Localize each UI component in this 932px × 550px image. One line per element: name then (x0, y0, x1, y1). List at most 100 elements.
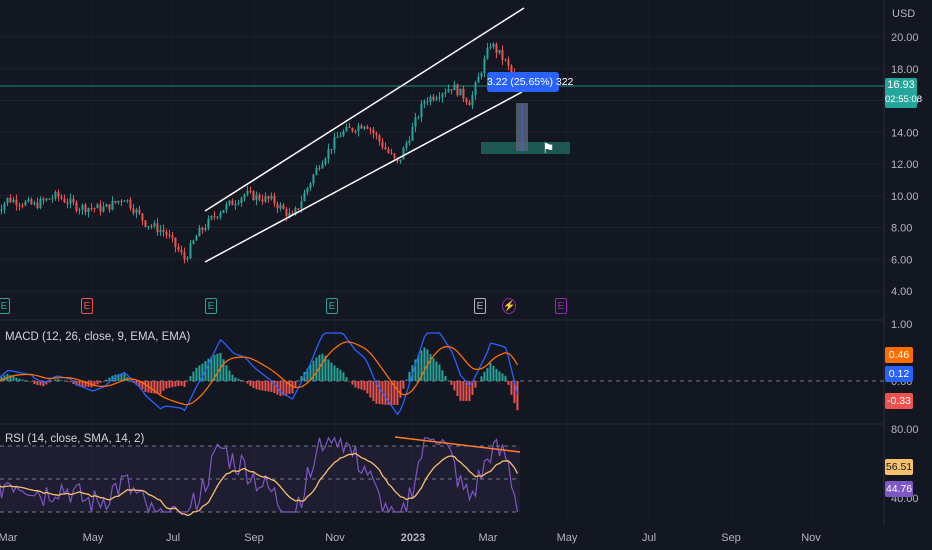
histogram-bar (399, 381, 402, 398)
candle-body (309, 183, 312, 188)
candle-body (360, 125, 363, 129)
candle-body (18, 205, 21, 207)
candle-body (60, 196, 63, 199)
candle-body (372, 129, 375, 134)
earnings-event-icon[interactable]: E (555, 298, 567, 314)
candle-body (312, 174, 315, 184)
channel-upper-line[interactable] (204, 7, 525, 212)
histogram-bar (195, 367, 198, 381)
histogram-bar (384, 381, 387, 405)
histogram-bar (321, 353, 324, 381)
time-tick: Sep (721, 532, 741, 544)
histogram-bar (339, 369, 342, 381)
histogram-bar (480, 376, 483, 381)
dividend-event-icon[interactable]: ⚡ (502, 298, 516, 314)
candle-body (204, 228, 207, 230)
histogram-bar (402, 381, 405, 389)
candle-body (387, 149, 390, 153)
candle-body (465, 98, 468, 103)
candle-body (504, 59, 507, 61)
candle-body (471, 94, 474, 106)
candle-body (327, 148, 330, 159)
candle-body (501, 49, 504, 60)
histogram-bar (183, 381, 186, 387)
candle-body (279, 205, 282, 209)
candle-body (468, 102, 471, 106)
candle-body (285, 208, 288, 217)
histogram-bar (267, 381, 270, 392)
histogram-bar (225, 365, 228, 381)
histogram-bar (186, 381, 189, 382)
histogram-bar (21, 379, 24, 381)
candle-body (408, 140, 411, 144)
candle-body (255, 194, 258, 201)
histogram-bar (351, 381, 354, 385)
candle-body (105, 204, 108, 207)
candles (0, 42, 519, 264)
histogram-bar (27, 380, 30, 382)
channel-lower-line[interactable] (204, 91, 523, 263)
candle-body (0, 209, 3, 212)
candle-body (42, 199, 45, 201)
candle-body (243, 194, 246, 198)
candle-body (348, 126, 351, 129)
chart-canvas[interactable]: ⚑ USD 20.0018.0016.0014.0012.0010.008.00… (0, 0, 932, 550)
candle-body (15, 199, 18, 206)
price-tick: 18.00 (891, 64, 919, 76)
candle-body (234, 203, 237, 206)
candle-body (150, 226, 153, 228)
earnings-event-icon[interactable]: E (0, 298, 10, 314)
histogram-bar (243, 381, 246, 382)
candle-body (99, 204, 102, 212)
rsi-pane-title[interactable]: RSI (14, close, SMA, 14, 2) (5, 433, 144, 445)
histogram-bar (150, 381, 153, 394)
histogram-bar (249, 381, 252, 386)
macd-histogram (0, 347, 519, 411)
histogram-bar (270, 381, 273, 392)
candle-body (258, 194, 261, 200)
macd-pane-title[interactable]: MACD (12, 26, close, 9, EMA, EMA) (5, 331, 190, 343)
earnings-event-icon[interactable]: E (326, 298, 338, 314)
earnings-event-icon[interactable]: E (205, 298, 217, 314)
histogram-bar (48, 381, 51, 383)
candle-body (33, 202, 36, 205)
histogram-bar (255, 381, 258, 390)
histogram-bar (33, 381, 36, 385)
histogram-bar (342, 372, 345, 381)
price-tick: 4.00 (891, 286, 912, 298)
price-tick: 20.00 (891, 32, 919, 44)
candle-body (390, 152, 393, 154)
histogram-bar (222, 359, 225, 381)
histogram-bar (372, 381, 375, 402)
macd-tick: 1.00 (891, 319, 912, 331)
candle-body (153, 223, 156, 227)
candle-body (39, 199, 42, 209)
histogram-bar (96, 381, 99, 385)
candle-body (270, 195, 273, 199)
candle-body (462, 88, 465, 99)
price-tick: 8.00 (891, 223, 912, 235)
price-tick: 6.00 (891, 254, 912, 266)
candle-body (477, 76, 480, 83)
candle-body (114, 200, 117, 203)
candle-body (81, 204, 84, 210)
histogram-bar (450, 381, 453, 385)
histogram-bar (504, 375, 507, 381)
candle-body (93, 208, 96, 210)
time-tick: Mar (479, 532, 498, 544)
candle-body (363, 126, 366, 129)
candle-body (282, 205, 285, 209)
rsi-tick: 80.00 (891, 424, 919, 436)
candle-body (6, 197, 9, 204)
earnings-event-icon[interactable]: E (474, 298, 486, 314)
candle-body (351, 128, 354, 131)
candle-body (174, 237, 177, 248)
histogram-bar (438, 364, 441, 381)
candle-body (489, 46, 492, 48)
candle-body (330, 148, 333, 150)
histogram-bar (252, 381, 255, 389)
histogram-bar (366, 381, 369, 394)
earnings-event-icon[interactable]: E (81, 298, 93, 314)
histogram-bar (240, 379, 243, 381)
currency-label: USD (892, 8, 915, 20)
